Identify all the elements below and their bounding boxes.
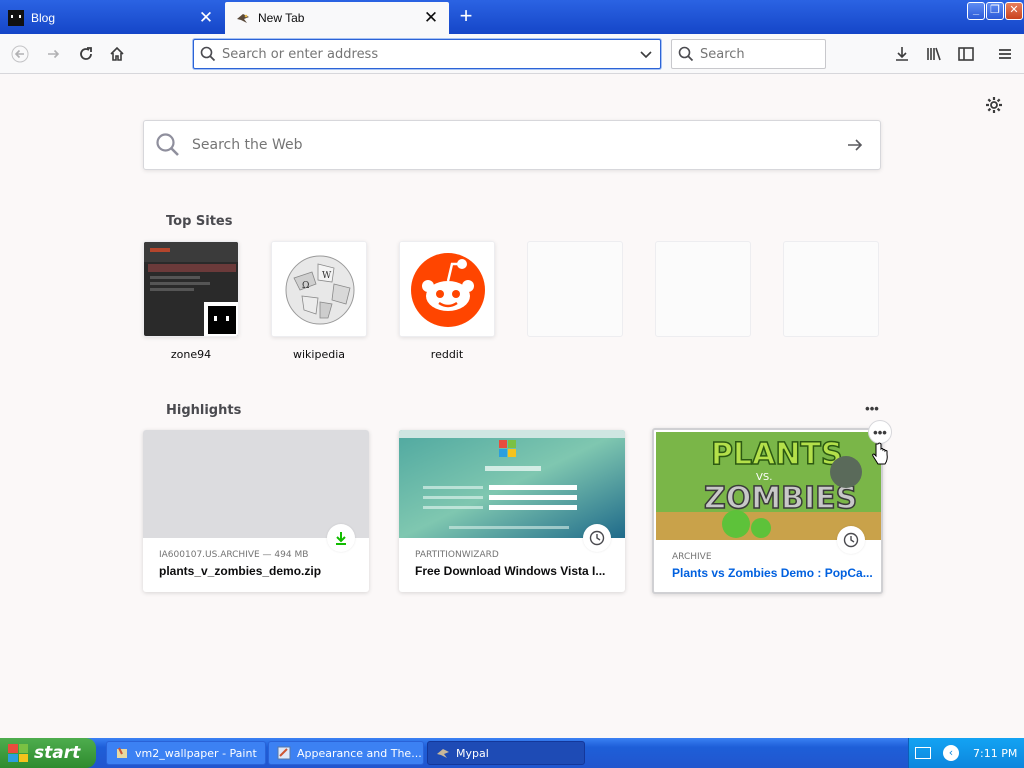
highlight-card[interactable]: PARTITIONWIZARD Free Download Windows Vi…: [399, 430, 625, 592]
windows-flag-icon: [8, 744, 28, 762]
highlights-heading: Highlights: [166, 403, 242, 418]
paint-icon: [117, 747, 127, 758]
card-title: Free Download Windows Vista I...: [415, 564, 606, 578]
windows-taskbar: start vm2_wallpaper - Paint Appearance a…: [0, 738, 1024, 768]
top-site-tile-zone94[interactable]: [143, 241, 239, 337]
tab-strip: Blog ✕ New Tab ✕ + _ ❐ ✕: [0, 0, 1024, 34]
card-thumbnail: [143, 430, 369, 538]
top-site-empty-slot[interactable]: [783, 241, 879, 337]
mouse-cursor-icon: [870, 442, 890, 469]
taskbar-item-paint[interactable]: vm2_wallpaper - Paint: [106, 741, 266, 765]
svg-text:PLANTS: PLANTS: [711, 437, 843, 472]
minimize-window-icon[interactable]: _: [967, 2, 985, 20]
card-source: IA600107.US.ARCHIVE — 494 MB: [159, 550, 309, 560]
download-icon: [327, 524, 355, 552]
taskbar-item-mypal[interactable]: Mypal: [427, 741, 585, 765]
top-sites-heading: Top Sites: [166, 214, 233, 229]
url-bar[interactable]: [193, 39, 661, 69]
svg-text:W: W: [322, 271, 332, 281]
restore-window-icon[interactable]: ❐: [986, 2, 1004, 20]
highlight-card[interactable]: IA600107.US.ARCHIVE — 494 MB plants_v_zo…: [143, 430, 369, 592]
mypal-favicon-icon: [235, 10, 251, 26]
windows-vista-screenshot-icon: [399, 430, 625, 538]
library-icon[interactable]: [920, 40, 948, 68]
hamburger-menu-icon[interactable]: [991, 40, 1019, 68]
plants-vs-zombies-art-icon: PLANTS VS. ZOMBIES: [656, 432, 881, 540]
top-site-tile-wikipedia[interactable]: W Ω: [271, 241, 367, 337]
card-source: PARTITIONWIZARD: [415, 550, 499, 560]
tab-new-tab[interactable]: New Tab ✕: [225, 2, 449, 34]
card-context-menu-icon[interactable]: •••: [868, 420, 892, 444]
control-panel-icon: [277, 746, 291, 760]
search-input[interactable]: [700, 46, 825, 62]
taskbar-item-appearance[interactable]: Appearance and The...: [268, 741, 424, 765]
card-source: ARCHIVE: [672, 552, 712, 562]
tab-label: New Tab: [258, 11, 305, 25]
navigation-toolbar: [0, 34, 1024, 74]
taskbar-item-label: Mypal: [456, 746, 489, 760]
wikipedia-globe-icon: W Ω: [272, 242, 366, 336]
search-icon: [672, 46, 700, 62]
new-tab-page: Top Sites zone94 W Ω: [0, 74, 1024, 738]
highlights-more-icon[interactable]: •••: [860, 396, 884, 420]
top-site-label: reddit: [430, 348, 464, 361]
forward-icon[interactable]: [40, 40, 68, 68]
volume-icon[interactable]: ‹: [943, 745, 959, 761]
tab-label: Blog: [31, 11, 56, 25]
start-label: start: [34, 743, 81, 763]
blog-favicon-icon: [8, 10, 24, 26]
svg-text:Ω: Ω: [302, 281, 309, 291]
system-tray: ‹ 7:11 PM: [908, 738, 1024, 768]
start-button[interactable]: start: [0, 738, 96, 768]
card-title: Plants vs Zombies Demo : PopCa...: [672, 566, 872, 580]
clock: 7:11 PM: [973, 746, 1018, 760]
chevron-down-icon[interactable]: [632, 47, 660, 61]
downloads-icon[interactable]: [888, 40, 916, 68]
taskbar-item-label: Appearance and The...: [297, 746, 422, 760]
svg-text:ZOMBIES: ZOMBIES: [704, 481, 857, 516]
gear-icon[interactable]: [983, 94, 1005, 116]
new-tab-plus-icon[interactable]: +: [454, 5, 478, 29]
highlight-card[interactable]: PLANTS VS. ZOMBIES ARCHIVE Plants vs Zom…: [652, 428, 883, 594]
web-search-box[interactable]: [143, 120, 881, 170]
search-icon: [194, 46, 222, 62]
top-site-empty-slot[interactable]: [527, 241, 623, 337]
top-site-label: wikipedia: [292, 348, 345, 361]
home-icon[interactable]: [103, 40, 131, 68]
zone94-thumbnail-icon: [144, 242, 238, 336]
top-site-tile-reddit[interactable]: [399, 241, 495, 337]
reload-icon[interactable]: [72, 40, 100, 68]
clock-icon: [583, 524, 611, 552]
top-site-label: zone94: [170, 348, 212, 361]
mypal-favicon-icon: [437, 749, 449, 758]
top-site-empty-slot[interactable]: [655, 241, 751, 337]
clock-icon: [837, 526, 865, 554]
taskbar-item-label: vm2_wallpaper - Paint: [135, 746, 257, 760]
card-thumbnail: PLANTS VS. ZOMBIES: [656, 432, 881, 540]
tab-blog[interactable]: Blog ✕: [0, 2, 224, 34]
back-icon[interactable]: [6, 40, 34, 68]
reddit-logo-icon: [400, 242, 494, 336]
close-tab-icon[interactable]: ✕: [194, 6, 218, 30]
sidebar-icon[interactable]: [952, 40, 980, 68]
url-input[interactable]: [222, 46, 632, 62]
card-title: plants_v_zombies_demo.zip: [159, 564, 322, 578]
close-window-icon[interactable]: ✕: [1005, 2, 1023, 20]
web-search-input[interactable]: [192, 137, 830, 153]
arrow-right-icon[interactable]: [830, 136, 880, 154]
search-bar[interactable]: [671, 39, 826, 69]
close-tab-icon[interactable]: ✕: [419, 6, 443, 30]
keyboard-icon[interactable]: [915, 747, 931, 759]
search-icon: [144, 132, 192, 158]
card-thumbnail: [399, 430, 625, 538]
